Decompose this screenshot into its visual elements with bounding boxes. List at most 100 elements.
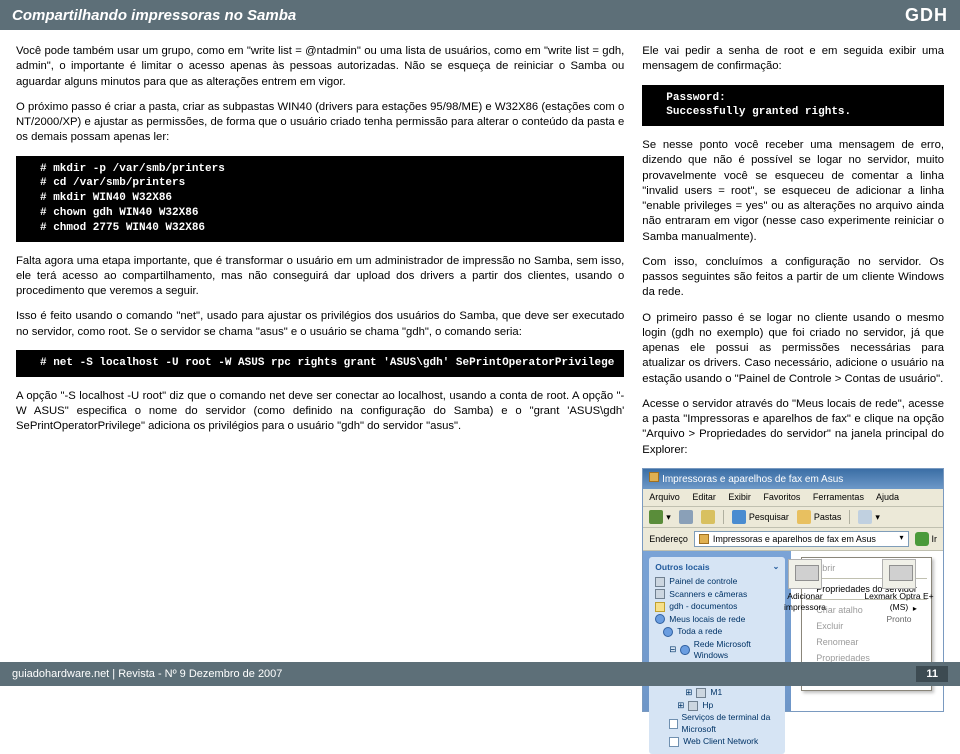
left-column: Você pode também usar um grupo, como em …: [16, 44, 624, 712]
forward-button[interactable]: [679, 510, 693, 524]
folder-icon: [655, 602, 665, 612]
toolbar: ▾ Pesquisar Pastas ▾: [643, 507, 943, 528]
views-icon: [858, 510, 872, 524]
search-icon: [732, 510, 746, 524]
side-label: Hp: [702, 700, 713, 711]
menu-view[interactable]: Exibir: [728, 492, 751, 502]
side-link[interactable]: Toda a rede: [663, 626, 779, 637]
tree-item[interactable]: Web Client Network: [669, 736, 779, 747]
side-link[interactable]: Painel de controle: [655, 576, 779, 587]
folders-label: Pastas: [814, 511, 842, 523]
article-body: Você pode também usar um grupo, como em …: [0, 30, 960, 712]
add-printer-label: Adicionar impressora: [769, 591, 841, 614]
search-label: Pesquisar: [749, 511, 789, 523]
tree-item[interactable]: Serviços de terminal da Microsoft: [669, 712, 779, 735]
paragraph: O próximo passo é criar a pasta, criar a…: [16, 100, 624, 146]
go-icon: [915, 532, 929, 546]
page-footer: guiadohardware.net | Revista - Nº 9 Deze…: [0, 662, 960, 686]
tree-item[interactable]: ⊞M1: [685, 687, 779, 698]
paragraph: Acesse o servidor através do "Meus locai…: [642, 397, 944, 458]
pc-icon: [688, 701, 698, 711]
side-link[interactable]: Meus locais de rede: [655, 614, 779, 625]
window-body: Outros locais⌄ Painel de controle Scanne…: [643, 551, 943, 711]
article-title: Compartilhando impressoras no Samba: [12, 7, 296, 24]
printer-status: Pronto: [863, 614, 935, 625]
back-button[interactable]: ▾: [649, 510, 671, 524]
side-label: gdh - documentos: [669, 601, 737, 612]
side-label: Rede Microsoft Windows: [694, 639, 780, 662]
folders-button[interactable]: Pastas: [797, 510, 842, 524]
go-button[interactable]: Ir: [915, 532, 938, 546]
paragraph: Ele vai pedir a senha de root e em segui…: [642, 44, 944, 75]
side-label: M1: [710, 687, 722, 698]
views-button[interactable]: ▾: [858, 510, 880, 524]
address-field[interactable]: Impressoras e aparelhos de fax em Asus ▾: [694, 531, 909, 547]
separator: [849, 510, 850, 524]
window-title: Impressoras e aparelhos de fax em Asus: [662, 474, 843, 485]
pc-icon: [696, 688, 706, 698]
add-printer-item[interactable]: Adicionar impressora: [769, 559, 841, 625]
paragraph: Falta agora uma etapa importante, que é …: [16, 254, 624, 300]
paragraph: A opção "-S localhost -U root" diz que o…: [16, 389, 624, 435]
side-label: Meus locais de rede: [669, 614, 745, 625]
side-label: Serviços de terminal da Microsoft: [682, 712, 780, 735]
printer-name: Lexmark Optra E+ (MS): [863, 591, 935, 614]
menu-fav[interactable]: Favoritos: [763, 492, 800, 502]
paragraph: Com isso, concluímos a configuração no s…: [642, 255, 944, 301]
separator: [723, 510, 724, 524]
right-column: Ele vai pedir a senha de root e em segui…: [642, 44, 944, 712]
folders-icon: [797, 510, 811, 524]
add-printer-icon: [788, 559, 822, 589]
footer-text: guiadohardware.net | Revista - Nº 9 Deze…: [12, 668, 282, 680]
side-panel-other: Outros locais⌄ Painel de controle Scanne…: [649, 557, 785, 754]
printer-item[interactable]: Lexmark Optra E+ (MS) Pronto: [863, 559, 935, 625]
up-button[interactable]: [701, 510, 715, 524]
panel-header[interactable]: Outros locais⌄: [655, 562, 779, 573]
paragraph: Se nesse ponto você receber uma mensagem…: [642, 138, 944, 245]
network-icon: [655, 614, 665, 624]
printer-icon: [699, 534, 709, 544]
forward-icon: [679, 510, 693, 524]
menu-file[interactable]: Arquivo: [649, 492, 680, 502]
address-bar: Endereço Impressoras e aparelhos de fax …: [643, 528, 943, 551]
address-label: Endereço: [649, 533, 688, 545]
tree-item[interactable]: ⊞Hp: [677, 700, 779, 711]
control-panel-icon: [655, 577, 665, 587]
printer-icons: Adicionar impressora Lexmark Optra E+ (M…: [769, 559, 935, 625]
menu-edit[interactable]: Editar: [692, 492, 716, 502]
side-label: Painel de controle: [669, 576, 737, 587]
service-icon: [669, 737, 679, 747]
main-pane[interactable]: Abrir Propriedades do servidor Criar ata…: [791, 551, 943, 711]
side-label: Toda a rede: [677, 626, 722, 637]
side-link[interactable]: gdh - documentos: [655, 601, 779, 612]
paragraph: Você pode também usar um grupo, como em …: [16, 44, 624, 90]
service-icon: [669, 719, 677, 729]
tree-item[interactable]: ⊟Rede Microsoft Windows: [669, 639, 779, 662]
back-icon: [649, 510, 663, 524]
network-icon: [663, 627, 673, 637]
brand-logo: GDH: [905, 5, 948, 26]
printer-icon: [649, 472, 659, 482]
scanner-icon: [655, 589, 665, 599]
menu-tools[interactable]: Ferramentas: [813, 492, 864, 502]
code-block: # mkdir -p /var/smb/printers # cd /var/s…: [16, 156, 624, 242]
network-icon: [680, 645, 689, 655]
window-titlebar[interactable]: Impressoras e aparelhos de fax em Asus: [643, 469, 943, 490]
code-block: Password: Successfully granted rights.: [642, 85, 944, 127]
page-header: Compartilhando impressoras no Samba GDH: [0, 0, 960, 30]
printer-icon: [882, 559, 916, 589]
up-icon: [701, 510, 715, 524]
address-value: Impressoras e aparelhos de fax em Asus: [713, 533, 876, 545]
menu-help[interactable]: Ajuda: [876, 492, 899, 502]
search-button[interactable]: Pesquisar: [732, 510, 789, 524]
code-block: # net -S localhost -U root -W ASUS rpc r…: [16, 350, 624, 377]
menu-bar[interactable]: Arquivo Editar Exibir Favoritos Ferramen…: [643, 489, 943, 506]
menu-item-rename[interactable]: Renomear: [802, 634, 931, 650]
chevron-down-icon[interactable]: ▾: [899, 533, 903, 544]
side-label: Scanners e câmeras: [669, 589, 747, 600]
page-number: 11: [916, 666, 948, 682]
side-link[interactable]: Scanners e câmeras: [655, 589, 779, 600]
paragraph: O primeiro passo é se logar no cliente u…: [642, 311, 944, 387]
go-label: Ir: [932, 533, 938, 545]
panel-title: Outros locais: [655, 562, 709, 573]
